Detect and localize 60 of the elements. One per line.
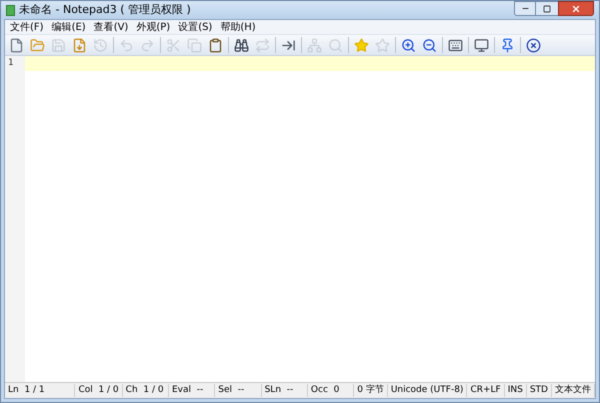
save-as-button[interactable] [71, 36, 88, 54]
new-file-icon [9, 38, 24, 52]
new-file-button[interactable] [8, 36, 25, 54]
tree-icon [307, 38, 322, 52]
menu-item[interactable]: 外观(P) [133, 20, 174, 34]
status-field: 0 字节 [354, 384, 388, 398]
keyboard-icon [448, 38, 463, 52]
status-field: Col 1 / 0 [75, 384, 123, 398]
maximize-button[interactable] [536, 1, 558, 16]
menu-item[interactable]: 设置(S) [175, 20, 216, 34]
binoculars-button[interactable] [233, 36, 250, 54]
status-field: CR+LF [467, 384, 505, 398]
monitor-button[interactable] [473, 36, 490, 54]
status-field: Ch 1 / 0 [122, 384, 169, 398]
exit-icon [526, 38, 541, 52]
notepad-app-icon [6, 4, 15, 16]
goto-icon [281, 38, 296, 52]
zoom-out-button[interactable] [421, 36, 438, 54]
star-icon [354, 38, 369, 52]
status-field: Eval -- [168, 384, 216, 398]
exit-button[interactable] [525, 36, 542, 54]
maximize-icon [543, 4, 551, 12]
status-field: Ln 1 / 1 [5, 384, 76, 398]
line-number: 1 [7, 57, 14, 70]
status-field: Occ 0 [308, 384, 354, 398]
folder-icon [30, 38, 45, 52]
undo-icon [119, 38, 134, 52]
zoom-in-icon [401, 38, 416, 52]
cut-icon [166, 38, 181, 52]
history-icon [93, 38, 108, 52]
search-icon [328, 38, 343, 52]
pin-icon [500, 38, 515, 52]
editor-area[interactable]: 1 [5, 56, 595, 382]
status-field: 文本文件 [552, 384, 595, 398]
status-field: STD [526, 384, 552, 398]
redo-icon [140, 38, 155, 52]
folder-button[interactable] [29, 36, 46, 54]
star-icon [375, 38, 390, 52]
status-field: SLn -- [262, 384, 308, 398]
binoculars-icon [234, 38, 249, 52]
zoom-in-button[interactable] [400, 36, 417, 54]
status-field: Unicode (UTF-8) [388, 384, 468, 398]
menu-item[interactable]: 查看(V) [90, 20, 132, 34]
window-title: 未命名 - Notepad3 ( 管理员权限 ) [19, 2, 191, 18]
status-field: INS [504, 384, 527, 398]
monitor-icon [474, 38, 489, 52]
menu-item[interactable]: 编辑(E) [48, 20, 89, 34]
menu-item[interactable]: 帮助(H) [217, 20, 259, 34]
status-field: Sel -- [215, 384, 262, 398]
copy-icon [187, 38, 202, 52]
save-icon [51, 38, 66, 52]
zoom-out-icon [422, 38, 437, 52]
close-button[interactable] [558, 1, 594, 16]
replace-icon [255, 38, 270, 52]
save-as-icon [72, 38, 87, 52]
paste-button[interactable] [207, 36, 224, 54]
paste-icon [208, 38, 223, 52]
star-button[interactable] [353, 36, 370, 54]
menu-item[interactable]: 文件(F) [7, 20, 47, 34]
close-icon [571, 4, 581, 14]
